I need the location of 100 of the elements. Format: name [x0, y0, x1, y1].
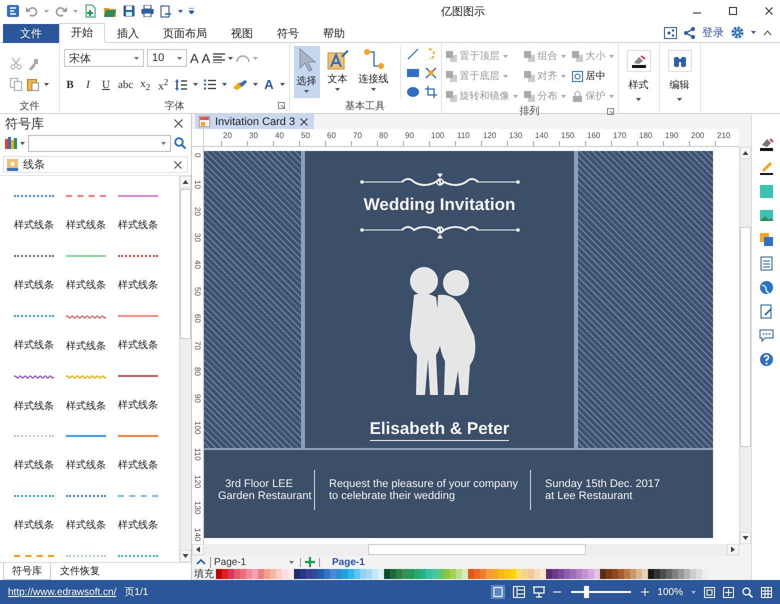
symbol-label[interactable]: 样式线条 [118, 518, 158, 532]
paste-icon[interactable] [27, 78, 39, 90]
font-name-select[interactable]: 宋体 [64, 49, 144, 67]
scroll-down-icon[interactable] [180, 550, 191, 562]
undo-icon[interactable] [26, 5, 38, 17]
wavy-line-icon[interactable] [66, 315, 106, 319]
symbol-label[interactable]: 样式线条 [66, 218, 106, 232]
superscript-button[interactable]: x$^{2}$ [157, 77, 170, 93]
underline-button[interactable]: U [100, 78, 112, 91]
symbol-label[interactable]: 样式线条 [14, 518, 54, 532]
symbol-label[interactable]: 样式线条 [66, 278, 106, 292]
dotted-line-icon[interactable] [66, 495, 106, 498]
grow-font-button[interactable]: A [190, 50, 199, 66]
line-spacing-icon[interactable] [175, 78, 188, 91]
menu-tab[interactable]: 文件 [3, 24, 59, 43]
login-link[interactable]: 登录 [702, 25, 724, 40]
close-icon[interactable] [174, 119, 183, 128]
tool-button[interactable]: 连接线 [356, 46, 392, 98]
shrink-font-button[interactable]: A [202, 50, 210, 66]
fit-page-icon[interactable] [704, 586, 715, 598]
italic-button[interactable]: I [82, 78, 94, 91]
dotted-line-icon[interactable] [118, 255, 158, 258]
solid-line-icon[interactable] [66, 435, 106, 438]
scroll-thumb[interactable] [740, 227, 751, 447]
symbol-label[interactable]: 样式线条 [14, 338, 54, 352]
crop-tool-icon[interactable] [424, 86, 437, 98]
scroll-right-icon[interactable] [727, 544, 739, 555]
tool-button[interactable]: 文本 [324, 46, 352, 98]
close-icon[interactable] [300, 118, 308, 126]
image-icon[interactable] [758, 208, 774, 223]
dotted-line-icon[interactable] [66, 555, 106, 558]
scroll-down-icon[interactable] [740, 532, 751, 544]
zoom-level[interactable]: 100% [657, 586, 683, 598]
fill-tool-icon[interactable] [758, 136, 774, 151]
arrange-button[interactable]: 居中 [572, 68, 614, 84]
panel-tab[interactable]: 符号库 [3, 563, 51, 580]
dotted-line-icon[interactable] [118, 555, 158, 558]
new-file-icon[interactable] [84, 4, 97, 18]
vertical-scrollbar[interactable] [739, 147, 751, 544]
ribbon-button[interactable]: 样式 [626, 48, 651, 113]
zoom-slider-thumb[interactable] [584, 586, 590, 598]
globe-icon[interactable] [758, 280, 774, 295]
menu-tab[interactable]: 页面布局 [151, 24, 219, 43]
symbol-label[interactable]: 样式线条 [14, 399, 54, 413]
solid-line-icon[interactable] [118, 375, 158, 378]
page-select[interactable]: Page-1 [210, 556, 296, 568]
share-icon[interactable] [684, 26, 695, 38]
help-icon[interactable] [758, 352, 774, 367]
horizontal-scrollbar[interactable] [192, 544, 739, 556]
page-tab[interactable]: Page-1 [324, 556, 373, 568]
close-icon[interactable] [764, 6, 774, 16]
website-link[interactable]: http://www.edrawsoft.cn/ [8, 586, 116, 598]
symbol-label[interactable]: 样式线条 [66, 339, 106, 353]
close-icon[interactable] [174, 160, 182, 168]
share-page-icon[interactable] [664, 26, 677, 38]
dotted-line-icon[interactable] [14, 255, 54, 258]
dotted-line-icon[interactable] [14, 495, 54, 498]
redo-icon[interactable] [55, 5, 67, 17]
bullet-list-icon[interactable] [204, 79, 216, 90]
library-icon[interactable] [5, 137, 17, 149]
zoom-in-icon[interactable] [641, 588, 650, 596]
symbol-label[interactable]: 样式线条 [14, 218, 54, 232]
solid-line-icon[interactable] [118, 435, 158, 438]
wavy-line-icon[interactable] [14, 375, 54, 379]
comment-icon[interactable] [758, 328, 774, 343]
tool-button[interactable]: 选择 [294, 46, 320, 98]
search-icon[interactable] [174, 137, 186, 149]
collapse-icon[interactable] [196, 559, 206, 565]
menu-tab[interactable]: 视图 [219, 24, 265, 43]
line-tool-icon[interactable] [406, 48, 419, 60]
align-icon[interactable] [213, 53, 226, 63]
bold-button[interactable]: B [64, 78, 76, 91]
font-size-select[interactable]: 10 [147, 49, 187, 67]
rectangle-tool-icon[interactable] [406, 67, 419, 79]
symbol-label[interactable]: 样式线条 [118, 338, 158, 352]
subscript-button[interactable]: x$_{2}$ [139, 78, 152, 92]
scroll-left-icon[interactable] [192, 544, 204, 555]
symbol-label[interactable]: 样式线条 [118, 278, 158, 292]
dialog-launcher-icon[interactable] [606, 108, 614, 115]
outline-view-icon[interactable] [513, 586, 526, 598]
document-tab[interactable]: Invitation Card 3 [195, 114, 314, 129]
save-icon[interactable] [123, 5, 135, 17]
export-icon[interactable] [160, 4, 172, 18]
search-field[interactable] [28, 134, 171, 152]
customize-icon[interactable] [189, 8, 194, 14]
scrollbar[interactable] [179, 176, 191, 562]
ellipse-tool-icon[interactable] [406, 86, 419, 98]
panel-tab[interactable]: 文件恢复 [51, 563, 109, 580]
dialog-launcher-icon[interactable] [278, 102, 285, 109]
cross-tool-icon[interactable] [424, 67, 437, 79]
menu-tab[interactable]: 插入 [105, 24, 151, 43]
dotted-line-icon[interactable] [14, 435, 54, 438]
category-header[interactable]: 线条 [3, 156, 188, 173]
scroll-up-icon[interactable] [740, 147, 751, 159]
highlighter-icon[interactable] [233, 80, 248, 90]
presentation-icon[interactable] [533, 586, 546, 598]
zoom-icon[interactable] [742, 586, 753, 598]
symbol-label[interactable]: 样式线条 [66, 458, 106, 472]
menu-tab[interactable]: 帮助 [311, 24, 357, 43]
settings-icon[interactable] [731, 26, 744, 39]
